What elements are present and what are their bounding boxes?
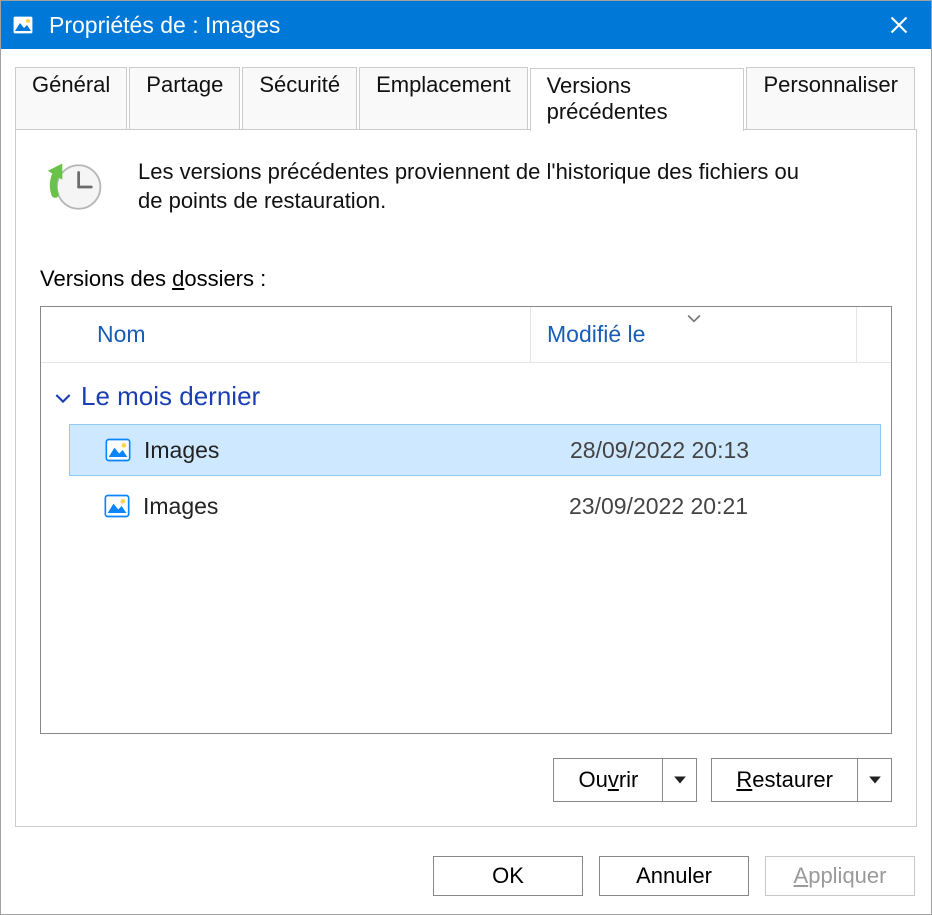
item-name: Images bbox=[143, 493, 569, 520]
ok-button[interactable]: OK bbox=[433, 856, 583, 896]
tab-content: Les versions précédentes proviennent de … bbox=[15, 129, 917, 827]
list-group-header[interactable]: Le mois dernier bbox=[41, 377, 891, 420]
pictures-folder-icon bbox=[103, 492, 131, 520]
apply-button[interactable]: Appliquer bbox=[765, 856, 915, 896]
column-tail[interactable] bbox=[857, 307, 891, 362]
list-body: Le mois dernier Images 28/09/2022 20:13 bbox=[41, 363, 891, 733]
window-title: Propriétés de : Images bbox=[49, 12, 867, 39]
section-label: Versions des dossiers : bbox=[40, 266, 892, 292]
open-split-button[interactable]: Ouvrir bbox=[553, 758, 697, 802]
tab-general[interactable]: Général bbox=[15, 67, 127, 130]
dialog-footer: OK Annuler Appliquer bbox=[1, 842, 931, 914]
open-button[interactable]: Ouvrir bbox=[554, 759, 662, 801]
intro-row: Les versions précédentes proviennent de … bbox=[40, 158, 892, 216]
tabs: Général Partage Sécurité Emplacement Ver… bbox=[15, 67, 917, 130]
list-header: Nom Modifié le bbox=[41, 307, 891, 363]
sort-indicator-icon bbox=[687, 306, 701, 330]
tab-versions[interactable]: Versions précédentes bbox=[530, 68, 745, 131]
intro-text: Les versions précédentes proviennent de … bbox=[138, 158, 828, 215]
cancel-button[interactable]: Annuler bbox=[599, 856, 749, 896]
item-modified: 23/09/2022 20:21 bbox=[569, 493, 748, 520]
column-name[interactable]: Nom bbox=[41, 307, 531, 362]
previous-versions-list[interactable]: Nom Modifié le Le mois dernier bbox=[40, 306, 892, 734]
list-item[interactable]: Images 28/09/2022 20:13 bbox=[69, 424, 881, 476]
tab-emplacement[interactable]: Emplacement bbox=[359, 67, 528, 130]
item-modified: 28/09/2022 20:13 bbox=[570, 437, 749, 464]
tabs-area: Général Partage Sécurité Emplacement Ver… bbox=[1, 49, 931, 130]
close-button[interactable] bbox=[867, 1, 931, 49]
tab-securite[interactable]: Sécurité bbox=[242, 67, 357, 130]
titlebar: Propriétés de : Images bbox=[1, 1, 931, 49]
item-name: Images bbox=[144, 437, 570, 464]
tab-personnaliser[interactable]: Personnaliser bbox=[746, 67, 915, 130]
restore-dropdown-button[interactable] bbox=[857, 759, 891, 801]
restore-split-button[interactable]: Restaurer bbox=[711, 758, 892, 802]
tab-partage[interactable]: Partage bbox=[129, 67, 240, 130]
column-modified[interactable]: Modifié le bbox=[531, 307, 857, 362]
restore-button[interactable]: Restaurer bbox=[712, 759, 857, 801]
pictures-folder-icon bbox=[104, 436, 132, 464]
list-item[interactable]: Images 23/09/2022 20:21 bbox=[69, 480, 881, 532]
group-label: Le mois dernier bbox=[81, 381, 260, 412]
open-dropdown-button[interactable] bbox=[662, 759, 696, 801]
action-buttons-row: Ouvrir Restaurer bbox=[40, 758, 892, 802]
pictures-folder-icon bbox=[11, 13, 35, 37]
chevron-down-icon bbox=[55, 381, 71, 412]
restore-clock-icon bbox=[46, 158, 104, 216]
properties-dialog: Propriétés de : Images Général Partage S… bbox=[0, 0, 932, 915]
